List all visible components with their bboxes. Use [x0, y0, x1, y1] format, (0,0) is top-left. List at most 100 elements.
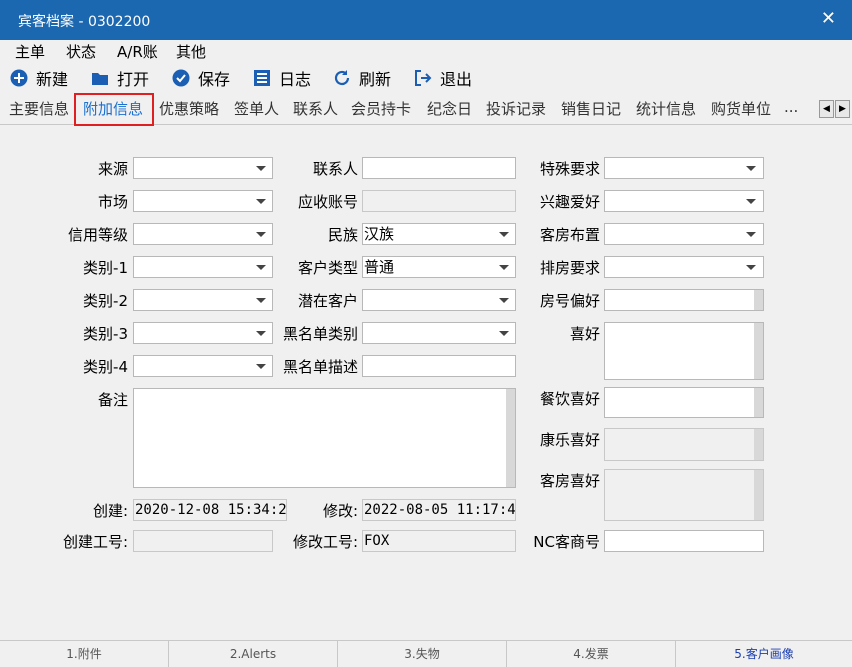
category2-dropdown-icon[interactable] — [256, 298, 266, 303]
interests-select[interactable] — [604, 190, 764, 212]
source-label: 来源 — [97, 160, 128, 178]
room-assignment-select[interactable] — [604, 256, 764, 278]
ethnicity-dropdown-icon[interactable] — [499, 232, 509, 237]
log-button[interactable]: 日志 — [253, 66, 311, 90]
exit-button[interactable]: 退出 — [414, 66, 472, 90]
market-dropdown-icon[interactable] — [256, 199, 266, 204]
dining-pref-input[interactable] — [604, 387, 764, 418]
blacklist-desc-label: 黑名单描述 — [282, 358, 358, 376]
blacklist-type-dropdown-icon[interactable] — [499, 331, 509, 336]
remarks-scrollbar[interactable] — [506, 389, 515, 487]
special-request-dropdown-icon[interactable] — [746, 166, 756, 171]
tab-contacts[interactable]: 联系人 — [293, 98, 338, 119]
customer-type-dropdown-icon[interactable] — [499, 265, 509, 270]
ethnicity-label: 民族 — [327, 226, 358, 244]
credit-level-dropdown-icon[interactable] — [256, 232, 266, 237]
room-number-pref-scrollbar[interactable] — [754, 290, 763, 310]
nc-id-label: NC客商号 — [533, 533, 600, 551]
tab-signer[interactable]: 签单人 — [234, 98, 279, 119]
tab-complaints[interactable]: 投诉记录 — [486, 98, 546, 119]
category4-select[interactable] — [133, 355, 273, 377]
category3-dropdown-icon[interactable] — [256, 331, 266, 336]
remarks-textarea[interactable] — [133, 388, 516, 488]
category1-label: 类别-1 — [83, 259, 128, 277]
tab-sales-diary[interactable]: 销售日记 — [561, 98, 621, 119]
tab-statistics[interactable]: 统计信息 — [636, 98, 696, 119]
nc-id-input[interactable] — [604, 530, 764, 552]
category2-select[interactable] — [133, 289, 273, 311]
room-number-pref-label: 房号偏好 — [539, 292, 600, 310]
room-layout-select[interactable] — [604, 223, 764, 245]
exit-label: 退出 — [440, 70, 473, 89]
tab-main-info[interactable]: 主要信息 — [9, 98, 69, 119]
modified-field: 2022-08-05 11:17:46 — [362, 499, 516, 521]
created-field: 2020-12-08 15:34:23 — [133, 499, 287, 521]
menu-item-ar[interactable]: A/R账 — [117, 41, 158, 62]
category1-dropdown-icon[interactable] — [256, 265, 266, 270]
tab-scroll-arrows: ◀ ▶ — [818, 100, 850, 118]
credit-level-label: 信用等级 — [67, 226, 128, 244]
bottom-tab-customer-profile[interactable]: 5.客户画像 — [676, 641, 852, 667]
save-button[interactable]: 保存 — [172, 66, 230, 90]
menu-item-status[interactable]: 状态 — [66, 41, 96, 62]
potential-customer-dropdown-icon[interactable] — [499, 298, 509, 303]
open-label: 打开 — [117, 70, 150, 89]
bottom-tab-attachments[interactable]: 1.附件 — [0, 641, 169, 667]
tab-anniversary[interactable]: 纪念日 — [427, 98, 472, 119]
receivable-account-field — [362, 190, 516, 212]
receivable-account-label: 应收账号 — [297, 193, 358, 211]
open-button[interactable]: 打开 — [91, 66, 149, 90]
category1-select[interactable] — [133, 256, 273, 278]
blacklist-type-select[interactable] — [362, 322, 516, 344]
list-icon — [254, 70, 270, 86]
blacklist-type-label: 黑名单类别 — [282, 325, 358, 343]
exit-icon — [415, 70, 432, 86]
tab-scroll-right-icon[interactable]: ▶ — [835, 100, 850, 118]
tab-member-card[interactable]: 会员持卡 — [351, 98, 411, 119]
room-assignment-dropdown-icon[interactable] — [746, 265, 756, 270]
new-button[interactable]: 新建 — [10, 66, 68, 90]
folder-icon — [92, 73, 108, 85]
market-select[interactable] — [133, 190, 273, 212]
modified-label: 修改: — [322, 502, 358, 520]
tab-more[interactable]: ... — [784, 98, 798, 116]
ethnicity-select[interactable]: 汉族 — [362, 223, 516, 245]
recreation-pref-field — [604, 428, 764, 461]
customer-type-select[interactable]: 普通 — [362, 256, 516, 278]
source-select[interactable] — [133, 157, 273, 179]
room-layout-dropdown-icon[interactable] — [746, 232, 756, 237]
recreation-pref-scrollbar — [754, 429, 763, 460]
bottom-tab-alerts[interactable]: 2.Alerts — [169, 641, 338, 667]
dining-pref-scrollbar[interactable] — [754, 388, 763, 417]
menu-item-other[interactable]: 其他 — [176, 41, 206, 62]
bottom-tab-invoices[interactable]: 4.发票 — [507, 641, 676, 667]
blacklist-desc-input[interactable] — [362, 355, 516, 377]
log-label: 日志 — [279, 70, 312, 89]
source-dropdown-icon[interactable] — [256, 166, 266, 171]
category4-dropdown-icon[interactable] — [256, 364, 266, 369]
special-request-select[interactable] — [604, 157, 764, 179]
refresh-label: 刷新 — [359, 70, 392, 89]
menu-item-main[interactable]: 主单 — [15, 41, 45, 62]
tab-purchase-unit[interactable]: 购货单位 — [711, 98, 771, 119]
modifier-id-field: FOX — [362, 530, 516, 552]
close-icon[interactable]: ✕ — [821, 8, 836, 29]
interests-dropdown-icon[interactable] — [746, 199, 756, 204]
category2-label: 类别-2 — [83, 292, 128, 310]
category3-select[interactable] — [133, 322, 273, 344]
refresh-button[interactable]: 刷新 — [333, 66, 391, 90]
contact-input[interactable] — [362, 157, 516, 179]
tab-discount-policy[interactable]: 优惠策略 — [159, 98, 219, 119]
bottom-tab-lost-items[interactable]: 3.失物 — [338, 641, 507, 667]
credit-level-select[interactable] — [133, 223, 273, 245]
room-number-pref-input[interactable] — [604, 289, 764, 311]
save-label: 保存 — [198, 70, 231, 89]
room-pref-scrollbar — [754, 470, 763, 520]
toolbar: 新建 打开 保存 日志 刷新 退出 — [0, 62, 852, 92]
tab-scroll-left-icon[interactable]: ◀ — [819, 100, 834, 118]
potential-customer-select[interactable] — [362, 289, 516, 311]
window-title: 宾客档案 - 0302200 — [18, 14, 151, 30]
likes-textarea[interactable] — [604, 322, 764, 380]
likes-scrollbar[interactable] — [754, 323, 763, 379]
recreation-pref-label: 康乐喜好 — [539, 431, 600, 449]
